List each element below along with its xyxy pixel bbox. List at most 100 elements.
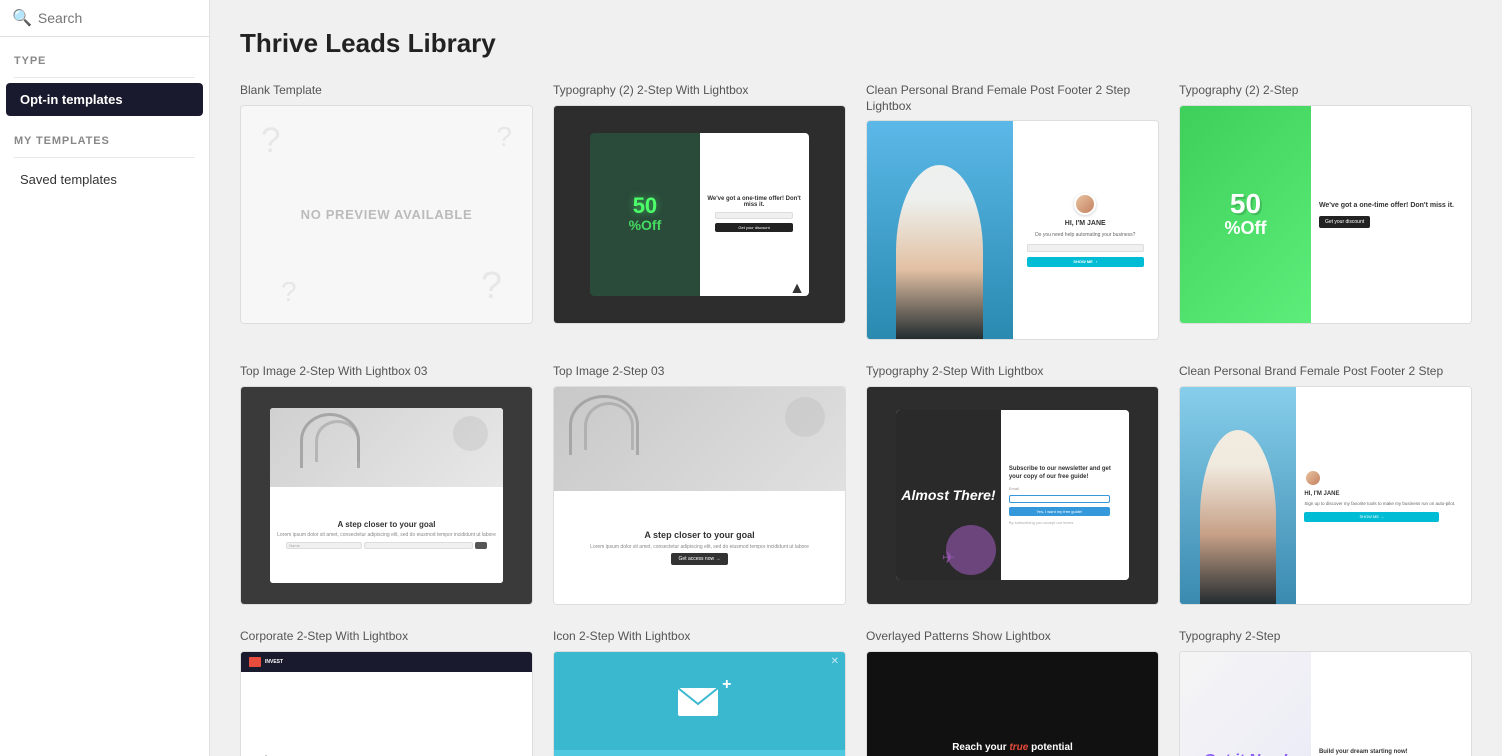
template-preview-typo2step-small[interactable]: 50 %Off We've got a one-time offer! Don'… xyxy=(1179,105,1472,325)
type-divider xyxy=(14,77,195,78)
getit-left-panel: Get it Now! xyxy=(1180,652,1311,756)
template-card-typo2step-lightbox[interactable]: Typography (2) 2-Step With Lightbox 50 %… xyxy=(553,83,846,340)
topimg2-subtitle: Lorem ipsum dolor sit amet, consectetur … xyxy=(590,544,809,551)
clean-brand2-form: HI, I'M JANE Sign up to discover my favo… xyxy=(1296,387,1471,605)
page-title: Thrive Leads Library xyxy=(240,28,1472,59)
typo-right-panel: We've got a one-time offer! Don't miss i… xyxy=(700,133,809,296)
envelope-icon xyxy=(678,684,722,718)
icon2step-icon-area: + xyxy=(554,652,845,750)
brand2-person xyxy=(1200,430,1276,604)
sidebar-item-saved-templates[interactable]: Saved templates xyxy=(6,163,203,196)
template-card-getit[interactable]: Typography 2-Step Get it Now! Build your… xyxy=(1179,629,1472,756)
my-templates-section-label: MY TEMPLATES xyxy=(0,117,209,153)
almost-left-panel: Almost There! ✈ xyxy=(896,410,1001,580)
almost-footer-text: By subscribing you accept our terms xyxy=(1009,520,1073,525)
sidebar-item-optin-templates[interactable]: Opt-in templates xyxy=(6,83,203,116)
main-content: Thrive Leads Library Blank Template ? ? … xyxy=(210,0,1502,756)
topimg2-title: A step closer to your goal xyxy=(644,530,754,541)
template-grid: Blank Template ? ? ? ? NO PREVIEW AVAILA… xyxy=(240,83,1472,756)
almost-email-label: Email xyxy=(1009,486,1019,491)
almost-free-btn: Yes, I want my free guide! xyxy=(1009,507,1110,516)
getit-right-title: Build your dream starting now! xyxy=(1319,749,1463,756)
template-card-typo2step-small[interactable]: Typography (2) 2-Step 50 %Off We've got … xyxy=(1179,83,1472,340)
template-label-typo2step-small: Typography (2) 2-Step xyxy=(1179,83,1472,99)
search-input[interactable] xyxy=(38,10,210,26)
template-label-typo2step-lightbox: Typography (2) 2-Step With Lightbox xyxy=(553,83,846,99)
typo2step-50-label: 50 xyxy=(1230,190,1261,218)
template-preview-icon2step[interactable]: + Join our mailing list ✕ xyxy=(553,651,846,756)
topimg-subtitle: Lorem ipsum dolor sit amet, consectetur … xyxy=(277,532,496,539)
template-preview-corporate[interactable]: INVEST Get the Latest Investment News Su… xyxy=(240,651,533,756)
template-preview-typo2step-lightbox[interactable]: 50 %Off We've got a one-time offer! Don'… xyxy=(553,105,846,325)
template-preview-clean-brand[interactable]: HI, I'M JANE Do you need help automating… xyxy=(866,120,1159,340)
typo-left-panel: 50 %Off xyxy=(590,133,699,296)
template-label-topimg-lightbox: Top Image 2-Step With Lightbox 03 xyxy=(240,364,533,380)
clean-brand2-hi: HI, I'M JANE xyxy=(1304,491,1339,497)
template-card-clean-brand[interactable]: Clean Personal Brand Female Post Footer … xyxy=(866,83,1159,340)
qm-icon-2: ? xyxy=(496,121,512,153)
template-card-overlayed[interactable]: Overlayed Patterns Show Lightbox Reach y… xyxy=(866,629,1159,756)
search-icon: 🔍 xyxy=(12,8,32,28)
template-card-icon2step[interactable]: Icon 2-Step With Lightbox + Join ou xyxy=(553,629,846,756)
typo-50-label: 50 xyxy=(633,195,657,217)
template-card-blank[interactable]: Blank Template ? ? ? ? NO PREVIEW AVAILA… xyxy=(240,83,533,340)
no-preview-text: NO PREVIEW AVAILABLE xyxy=(301,207,473,222)
almost-email-input xyxy=(1009,495,1110,503)
topimg2-header xyxy=(554,387,845,492)
template-preview-blank[interactable]: ? ? ? ? NO PREVIEW AVAILABLE xyxy=(240,105,533,325)
topimg2-content: A step closer to your goal Lorem ipsum d… xyxy=(554,491,845,604)
template-preview-getit[interactable]: Get it Now! Build your dream starting no… xyxy=(1179,651,1472,756)
my-templates-divider xyxy=(14,157,195,158)
envelope-plus-icon: + xyxy=(722,676,731,694)
topimg2-access-btn: Get access now → xyxy=(671,553,729,565)
overlayed-title: Reach your true potential xyxy=(952,741,1073,754)
sidebar: 🔍 ✕ TYPE Opt-in templates MY TEMPLATES S… xyxy=(0,0,210,756)
template-preview-overlayed[interactable]: Reach your true potential GET YOUR FREE … xyxy=(866,651,1159,756)
topimg2-btn-label: Get access now → xyxy=(679,556,721,562)
topimg-email-input xyxy=(364,542,473,549)
clean-arrow-icon: › xyxy=(1096,259,1097,264)
circle-bg xyxy=(785,397,825,437)
template-card-topimg-lightbox[interactable]: Top Image 2-Step With Lightbox 03 A step… xyxy=(240,364,533,605)
qm-icon-3: ? xyxy=(281,276,297,308)
template-preview-clean-brand2[interactable]: HI, I'M JANE Sign up to discover my favo… xyxy=(1179,386,1472,606)
search-bar[interactable]: 🔍 ✕ xyxy=(0,0,209,37)
typo-off-label: %Off xyxy=(629,217,662,233)
template-card-almost[interactable]: Typography 2-Step With Lightbox Almost T… xyxy=(866,364,1159,605)
getit-title-text: Get it Now! xyxy=(1203,752,1287,756)
topimg-input-row: Name xyxy=(286,542,487,549)
typo-email-input xyxy=(715,212,793,219)
clean-brand-photo-panel xyxy=(867,121,1013,339)
type-section-label: TYPE xyxy=(0,37,209,73)
template-preview-almost[interactable]: Almost There! ✈ Subscribe to our newslet… xyxy=(866,386,1159,606)
clean-show-label: SHOW ME xyxy=(1073,259,1093,264)
topimg-header xyxy=(270,408,503,486)
qm-icon-4: ? xyxy=(481,265,502,308)
template-label-blank: Blank Template xyxy=(240,83,533,99)
icon2step-close-icon: ✕ xyxy=(831,656,839,667)
almost-free-btn-label: Yes, I want my free guide! xyxy=(1036,509,1082,514)
typo-right-title: We've got a one-time offer! Don't miss i… xyxy=(706,196,803,208)
almost-right-title: Subscribe to our newsletter and get your… xyxy=(1009,466,1121,482)
template-card-topimg-nolightbox[interactable]: Top Image 2-Step 03 A step closer to you… xyxy=(553,364,846,605)
clean-avatar xyxy=(1074,193,1096,215)
template-label-topimg-nolightbox: Top Image 2-Step 03 xyxy=(553,364,846,380)
clean-brand2-sub: Sign up to discover my favorite tools to… xyxy=(1304,501,1455,507)
template-label-corporate: Corporate 2-Step With Lightbox xyxy=(240,629,533,645)
getit-right-panel: Build your dream starting now! Yes, I wa… xyxy=(1311,652,1471,756)
arch-bg-2 xyxy=(584,402,634,450)
template-label-getit: Typography 2-Step xyxy=(1179,629,1472,645)
clean-brand2-photo xyxy=(1180,387,1296,605)
template-preview-topimg-lightbox[interactable]: A step closer to your goal Lorem ipsum d… xyxy=(240,386,533,606)
topimg-submit-btn xyxy=(475,542,487,549)
template-label-icon2step: Icon 2-Step With Lightbox xyxy=(553,629,846,645)
clean-brand2-avatar xyxy=(1304,469,1322,487)
template-card-clean-brand2[interactable]: Clean Personal Brand Female Post Footer … xyxy=(1179,364,1472,605)
icon2step-content: Join our mailing list xyxy=(554,750,845,756)
typo-discount-btn-label: Get your discount xyxy=(738,225,769,230)
circle-shape xyxy=(453,416,488,451)
template-card-corporate[interactable]: Corporate 2-Step With Lightbox INVEST Ge… xyxy=(240,629,533,756)
template-preview-topimg-nolightbox[interactable]: A step closer to your goal Lorem ipsum d… xyxy=(553,386,846,606)
clean-show-btn: SHOW ME › xyxy=(1027,257,1144,267)
almost-inner: Almost There! ✈ Subscribe to our newslet… xyxy=(896,410,1129,580)
